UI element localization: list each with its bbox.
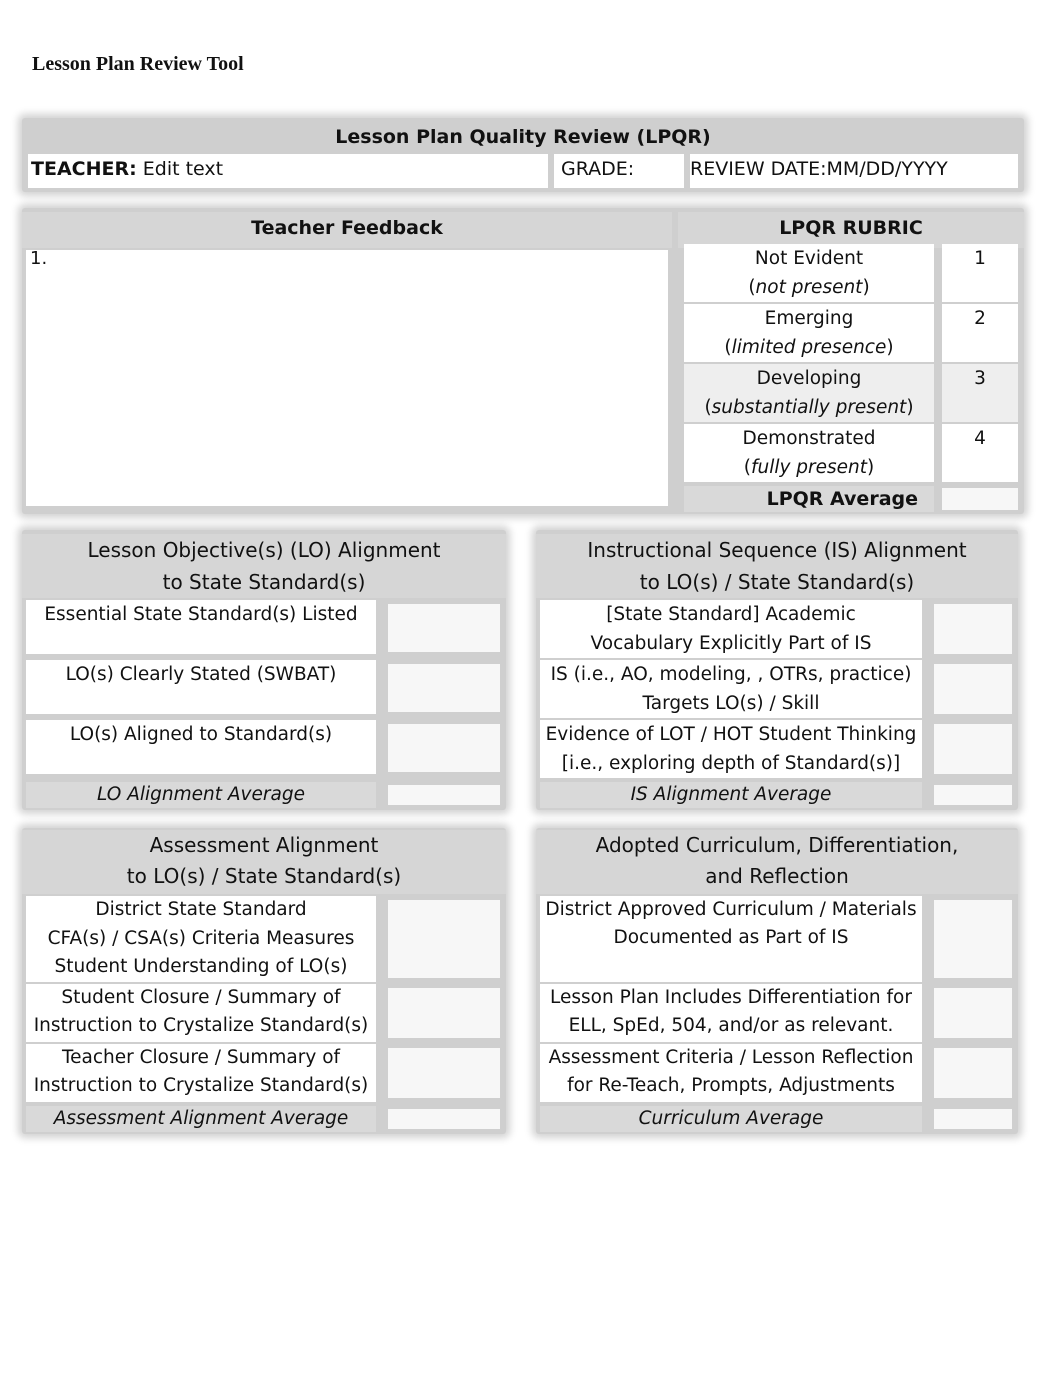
is-alignment-average-value[interactable] bbox=[934, 785, 1012, 805]
curriculum-title: Adopted Curriculum, Differentiation, and… bbox=[536, 830, 1018, 894]
section-title-line: Adopted Curriculum, Differentiation, bbox=[595, 833, 959, 857]
is-criterion: IS (i.e., AO, modeling, , OTRs, practice… bbox=[540, 660, 922, 718]
lo-criterion: LO(s) Aligned to Standard(s) bbox=[26, 720, 376, 774]
rubric-score-4: 4 bbox=[942, 424, 1018, 482]
curriculum-criterion: District Approved Curriculum / Materials… bbox=[540, 896, 922, 982]
is-criterion-score[interactable] bbox=[934, 604, 1012, 654]
rubric-level-label: Not Evident bbox=[754, 248, 864, 269]
section-title-line: to LO(s) / State Standard(s) bbox=[126, 864, 402, 888]
lpqr-average-value[interactable] bbox=[942, 488, 1018, 510]
section-title-line: to LO(s) / State Standard(s) bbox=[639, 570, 915, 594]
curriculum-criterion-score[interactable] bbox=[934, 988, 1012, 1038]
teacher-field[interactable]: TEACHER: Edit text bbox=[28, 154, 548, 188]
section-title-line: to State Standard(s) bbox=[162, 570, 366, 594]
lpqr-title: Lesson Plan Quality Review (LPQR) bbox=[335, 126, 711, 148]
curriculum-average-value[interactable] bbox=[934, 1109, 1012, 1129]
assessment-criterion: Teacher Closure / Summary of Instruction … bbox=[26, 1044, 376, 1102]
rubric-level-label: Demonstrated bbox=[742, 428, 876, 449]
is-alignment-panel: Instructional Sequence (IS) Alignment to… bbox=[536, 530, 1018, 810]
curriculum-criterion: Assessment Criteria / Lesson Reflection f… bbox=[540, 1044, 922, 1102]
curriculum-criterion-score[interactable] bbox=[934, 900, 1012, 978]
assessment-criterion-score[interactable] bbox=[388, 1048, 500, 1098]
is-criterion-score[interactable] bbox=[934, 724, 1012, 774]
rubric-level-4: Demonstrated (fully present) bbox=[684, 424, 934, 482]
is-alignment-title: Instructional Sequence (IS) Alignment to… bbox=[536, 534, 1018, 598]
is-criterion-score[interactable] bbox=[934, 664, 1012, 714]
rubric-level-2: Emerging (limited presence) bbox=[684, 304, 934, 362]
lo-criterion-score[interactable] bbox=[388, 604, 500, 652]
is-alignment-average-label: IS Alignment Average bbox=[540, 782, 922, 808]
grade-label: GRADE: bbox=[561, 158, 635, 180]
rubric-title: LPQR RUBRIC bbox=[678, 212, 1024, 248]
rubric-level-3: Developing (substantially present) bbox=[684, 364, 934, 422]
is-criterion: Evidence of LOT / HOT Student Thinking [i… bbox=[540, 720, 922, 778]
assessment-criterion: District State Standard CFA(s) / CSA(s) C… bbox=[26, 896, 376, 982]
is-criterion: [State Standard] Academic Vocabulary Expl… bbox=[540, 600, 922, 658]
lo-alignment-panel: Lesson Objective(s) (LO) Alignment to St… bbox=[22, 530, 506, 810]
rubric-level-label: Developing bbox=[756, 368, 862, 389]
rubric-level-description: (limited presence) bbox=[724, 337, 894, 358]
grade-field[interactable]: GRADE: bbox=[554, 154, 684, 188]
rubric-score-2: 2 bbox=[942, 304, 1018, 362]
assessment-criterion-score[interactable] bbox=[388, 900, 500, 978]
section-title-line: Assessment Alignment bbox=[149, 833, 379, 857]
feedback-rubric-panel: Teacher Feedback 1. LPQR RUBRIC Not Evid… bbox=[22, 208, 1024, 514]
assessment-alignment-panel: Assessment Alignment to LO(s) / State St… bbox=[22, 828, 506, 1134]
curriculum-average-label: Curriculum Average bbox=[540, 1106, 922, 1132]
feedback-textarea[interactable]: 1. bbox=[26, 250, 668, 506]
lpqr-average-label: LPQR Average bbox=[684, 486, 934, 512]
review-date-value[interactable]: MM/DD/YYYY bbox=[826, 158, 947, 180]
section-title-line: and Reflection bbox=[705, 864, 849, 888]
section-title-line: Lesson Objective(s) (LO) Alignment bbox=[87, 538, 441, 562]
lo-criterion-score[interactable] bbox=[388, 664, 500, 712]
lo-alignment-title: Lesson Objective(s) (LO) Alignment to St… bbox=[22, 534, 506, 598]
lo-criterion-score[interactable] bbox=[388, 724, 500, 772]
section-title-line: Instructional Sequence (IS) Alignment bbox=[587, 538, 967, 562]
assessment-alignment-title: Assessment Alignment to LO(s) / State St… bbox=[22, 830, 506, 894]
assessment-alignment-average-value[interactable] bbox=[388, 1109, 500, 1129]
rubric-level-1: Not Evident (not present) bbox=[684, 244, 934, 302]
rubric-score-3: 3 bbox=[942, 364, 1018, 422]
curriculum-panel: Adopted Curriculum, Differentiation, and… bbox=[536, 828, 1018, 1134]
rubric-level-label: Emerging bbox=[764, 308, 854, 329]
review-date-field[interactable]: REVIEW DATE:MM/DD/YYYY bbox=[690, 154, 1018, 188]
teacher-label: TEACHER: bbox=[31, 158, 137, 180]
document-title: Lesson Plan Review Tool bbox=[32, 53, 244, 75]
rubric-score-1: 1 bbox=[942, 244, 1018, 302]
rubric-level-description: (not present) bbox=[748, 277, 870, 298]
assessment-alignment-average-label: Assessment Alignment Average bbox=[26, 1106, 376, 1132]
teacher-value[interactable]: Edit text bbox=[143, 158, 223, 180]
lpqr-header-panel: Lesson Plan Quality Review (LPQR) TEACHE… bbox=[22, 118, 1024, 192]
lo-criterion: LO(s) Clearly Stated (SWBAT) bbox=[26, 660, 376, 714]
rubric-level-description: (fully present) bbox=[743, 457, 875, 478]
curriculum-criterion: Lesson Plan Includes Differentiation for… bbox=[540, 984, 922, 1042]
curriculum-criterion-score[interactable] bbox=[934, 1048, 1012, 1098]
assessment-criterion-score[interactable] bbox=[388, 988, 500, 1038]
feedback-title: Teacher Feedback bbox=[22, 212, 672, 248]
review-date-label: REVIEW DATE: bbox=[690, 158, 827, 180]
lo-criterion: Essential State Standard(s) Listed bbox=[26, 600, 376, 654]
rubric-level-description: (substantially present) bbox=[704, 397, 914, 418]
assessment-criterion: Student Closure / Summary of Instruction … bbox=[26, 984, 376, 1042]
lo-alignment-average-value[interactable] bbox=[388, 785, 500, 805]
feedback-item[interactable]: 1. bbox=[30, 248, 47, 269]
lo-alignment-average-label: LO Alignment Average bbox=[26, 782, 376, 808]
